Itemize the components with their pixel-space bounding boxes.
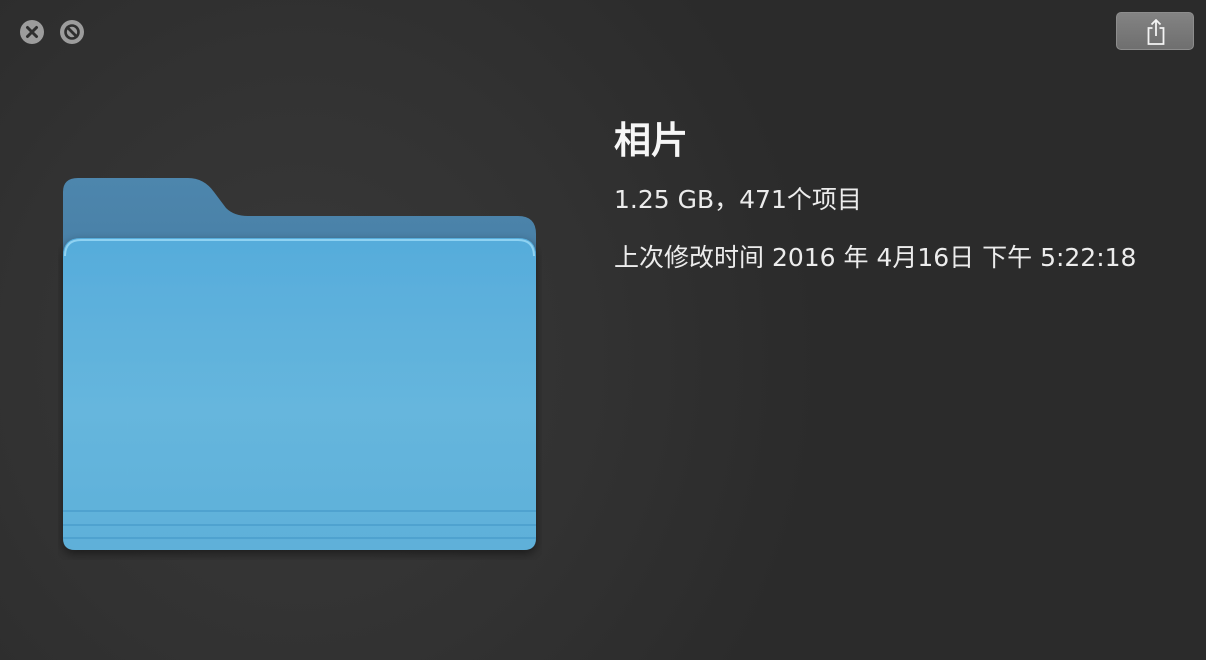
share-icon <box>1147 19 1165 45</box>
folder-icon <box>63 178 536 550</box>
close-icon[interactable] <box>20 20 44 44</box>
quick-look-window: 相片 1.25 GB，471个项目 上次修改时间 2016 年 4月16日 下午… <box>0 0 1206 660</box>
fullscreen-icon[interactable] <box>60 20 84 44</box>
file-name: 相片 <box>614 119 688 162</box>
file-size-items: 1.25 GB，471个项目 <box>614 185 862 214</box>
share-button[interactable] <box>1116 12 1194 50</box>
modified-date: 上次修改时间 2016 年 4月16日 下午 5:22:18 <box>614 243 1137 272</box>
